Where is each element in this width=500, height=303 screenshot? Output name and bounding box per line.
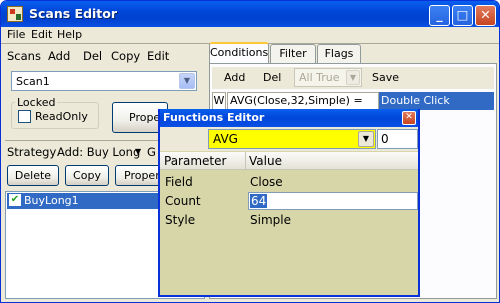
condition-expression[interactable]: AVG(Close,32,Simple) = bbox=[227, 92, 379, 110]
strategy-copy-button[interactable]: Copy bbox=[65, 165, 109, 186]
scans-label: Scans bbox=[7, 49, 41, 63]
filter-select[interactable]: All True ▼ bbox=[294, 68, 362, 87]
param-count-value: 64 bbox=[250, 194, 268, 208]
buylong1-checkbox[interactable]: ✔ bbox=[9, 194, 21, 206]
conditions-toolbar: Add Del All True ▼ Save bbox=[212, 67, 494, 89]
param-style-value[interactable]: Simple bbox=[250, 213, 291, 227]
strategy-item-name: BuyLong1 bbox=[24, 194, 79, 207]
param-count-input[interactable]: 64 bbox=[248, 192, 418, 210]
condition-action[interactable]: Double Click bbox=[379, 92, 494, 110]
param-field-label: Field bbox=[165, 175, 193, 189]
header-value: Value bbox=[249, 154, 282, 168]
app-icon bbox=[7, 6, 23, 22]
param-field-value[interactable]: Close bbox=[250, 175, 283, 189]
scans-del-button[interactable]: Del bbox=[83, 49, 102, 63]
condition-row-type: W bbox=[212, 92, 226, 110]
locked-label: Locked bbox=[15, 96, 58, 109]
function-select[interactable]: AVG ▼ bbox=[208, 129, 376, 149]
header-parameter: Parameter bbox=[164, 154, 227, 168]
maximize-button[interactable]: □ bbox=[452, 5, 473, 26]
chevron-down-icon[interactable]: ▼ bbox=[179, 73, 195, 89]
functions-editor-dialog: Functions Editor ✕ AVG ▼ 0 Parameter Val… bbox=[158, 109, 420, 297]
chevron-down-icon[interactable]: ▼ bbox=[135, 147, 141, 156]
tab-conditions[interactable]: Conditions bbox=[209, 42, 269, 63]
parameters-header: Parameter Value bbox=[160, 152, 418, 170]
param-count-label: Count bbox=[165, 194, 201, 208]
conditions-add-button[interactable]: Add bbox=[224, 71, 245, 84]
filter-select-value: All True bbox=[299, 71, 340, 84]
scan-select-value: Scan1 bbox=[16, 75, 50, 88]
scan-select[interactable]: Scan1 ▼ bbox=[11, 71, 197, 91]
close-icon[interactable]: ✕ bbox=[402, 111, 416, 125]
tab-filter[interactable]: Filter bbox=[270, 44, 316, 63]
scans-copy-button[interactable]: Copy bbox=[111, 49, 140, 63]
chevron-down-icon[interactable]: ▼ bbox=[346, 70, 360, 85]
close-button[interactable]: ✕ bbox=[475, 5, 496, 26]
scans-add-button[interactable]: Add bbox=[48, 49, 70, 63]
strategy-delete-button[interactable]: Delete bbox=[7, 165, 59, 186]
menu-help[interactable]: Help bbox=[57, 28, 82, 41]
conditions-save-button[interactable]: Save bbox=[372, 71, 399, 84]
readonly-checkbox[interactable] bbox=[18, 110, 31, 123]
param-style-label: Style bbox=[165, 213, 196, 227]
functions-editor-title: Functions Editor bbox=[163, 111, 265, 124]
offset-input[interactable]: 0 bbox=[377, 129, 418, 149]
tab-flags[interactable]: Flags bbox=[317, 44, 361, 63]
strategy-extra[interactable]: G bbox=[147, 145, 156, 159]
minimize-button[interactable]: _ bbox=[429, 5, 450, 26]
menu-file[interactable]: File bbox=[7, 28, 25, 41]
scans-edit-button[interactable]: Edit bbox=[147, 49, 169, 63]
conditions-tabs: Conditions Filter Flags bbox=[209, 42, 497, 64]
menu-edit[interactable]: Edit bbox=[31, 28, 52, 41]
scans-editor-window: Scans Editor _ □ ✕ File Edit Help Scans … bbox=[0, 0, 500, 303]
conditions-del-button[interactable]: Del bbox=[263, 71, 281, 84]
functions-editor-title-bar[interactable]: Functions Editor ✕ bbox=[160, 109, 418, 127]
strategy-label: Strategy bbox=[7, 145, 57, 159]
strategy-add-button[interactable]: Add: Buy Long bbox=[57, 145, 140, 159]
window-title: Scans Editor bbox=[29, 6, 118, 21]
table-row[interactable]: W AVG(Close,32,Simple) = Double Click bbox=[212, 92, 494, 110]
title-bar[interactable]: Scans Editor _ □ ✕ bbox=[1, 1, 499, 27]
chevron-down-icon[interactable]: ▼ bbox=[358, 131, 374, 147]
readonly-label: ReadOnly bbox=[35, 110, 88, 123]
function-select-value: AVG bbox=[213, 132, 238, 146]
